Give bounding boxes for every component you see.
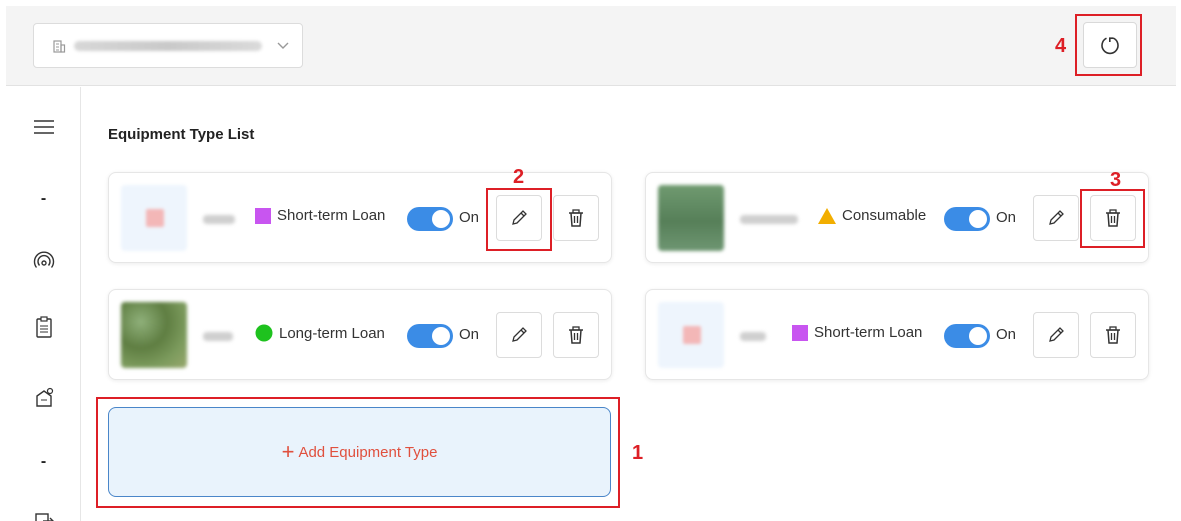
delete-button[interactable] (553, 195, 599, 241)
edit-button[interactable] (1033, 312, 1079, 358)
sidebar-item-export[interactable] (6, 507, 81, 521)
annotation-highlight-4 (1075, 14, 1142, 76)
enabled-toggle[interactable] (944, 324, 990, 348)
annotation-number-4: 4 (1055, 35, 1067, 57)
short-term-loan-marker-icon (792, 324, 808, 341)
toggle-knob (969, 210, 987, 228)
top-bar (6, 6, 1176, 86)
enabled-toggle[interactable] (407, 207, 453, 231)
signal-icon (33, 251, 54, 268)
organization-select[interactable] (33, 23, 303, 68)
consumable-marker-icon (818, 207, 836, 224)
annotation-highlight-2 (486, 188, 552, 251)
equipment-name-redacted (203, 215, 235, 224)
annotation-number-2: 2 (513, 166, 525, 188)
sidebar: - - (6, 87, 81, 521)
export-icon (34, 513, 54, 521)
equipment-thumbnail (658, 185, 724, 251)
equipment-type-card: Short-term Loan On (645, 289, 1149, 380)
equipment-thumbnail (658, 302, 724, 368)
menu-icon (33, 120, 54, 134)
delete-button[interactable] (553, 312, 599, 358)
equipment-type-label: Long-term Loan (255, 324, 385, 342)
trash-icon (1106, 326, 1120, 344)
sidebar-menu-toggle[interactable] (6, 113, 81, 141)
organization-name-redacted (74, 40, 262, 51)
equipment-type-label: Consumable (818, 207, 926, 224)
sidebar-item-1[interactable]: - (6, 185, 81, 213)
equipment-type-label: Short-term Loan (792, 324, 922, 341)
type-text: Short-term Loan (277, 207, 386, 224)
enabled-toggle[interactable] (944, 207, 990, 231)
sidebar-item-label: - (40, 190, 47, 207)
type-text: Long-term Loan (279, 324, 385, 342)
equipment-name-redacted (740, 215, 798, 224)
edit-button[interactable] (496, 312, 542, 358)
pencil-icon (1049, 210, 1064, 225)
sidebar-item-clipboard[interactable] (6, 313, 81, 341)
toggle-status-label: On (459, 326, 480, 343)
toggle-status-label: On (996, 209, 1017, 226)
annotation-number-3: 3 (1110, 169, 1122, 191)
type-text: Consumable (842, 207, 927, 224)
equipment-thumbnail (121, 302, 187, 368)
short-term-loan-marker-icon (255, 207, 271, 224)
annotation-number-1: 1 (632, 442, 644, 464)
chevron-down-icon (277, 42, 289, 49)
equipment-name-redacted (203, 332, 233, 341)
enabled-toggle[interactable] (407, 324, 453, 348)
toggle-status-label: On (996, 326, 1017, 343)
equipment-type-label: Short-term Loan (255, 207, 385, 224)
sidebar-item-5[interactable]: - (6, 448, 81, 476)
equipment-name-redacted (740, 332, 766, 341)
pencil-icon (1049, 327, 1064, 342)
page-title: Equipment Type List (108, 126, 255, 143)
equipment-type-card: Consumable On (645, 172, 1149, 263)
toggle-knob (432, 210, 450, 228)
equipment-thumbnail (121, 185, 187, 251)
long-term-loan-marker-icon (255, 324, 273, 342)
sidebar-item-equipment[interactable] (6, 383, 81, 411)
trash-icon (569, 326, 583, 344)
delete-button[interactable] (1090, 312, 1136, 358)
building-icon (53, 39, 66, 53)
toggle-knob (432, 327, 450, 345)
clipboard-icon (35, 316, 52, 338)
equipment-type-card: Long-term Loan On (108, 289, 612, 380)
edit-button[interactable] (1033, 195, 1079, 241)
annotation-highlight-3 (1080, 189, 1145, 248)
sidebar-item-signal[interactable] (6, 246, 81, 274)
annotation-highlight-1 (96, 397, 620, 508)
toggle-knob (969, 327, 987, 345)
equipment-settings-icon (35, 387, 53, 407)
pencil-icon (512, 327, 527, 342)
toggle-status-label: On (459, 209, 480, 226)
type-text: Short-term Loan (814, 324, 923, 341)
trash-icon (569, 209, 583, 227)
sidebar-item-label: - (40, 453, 47, 470)
